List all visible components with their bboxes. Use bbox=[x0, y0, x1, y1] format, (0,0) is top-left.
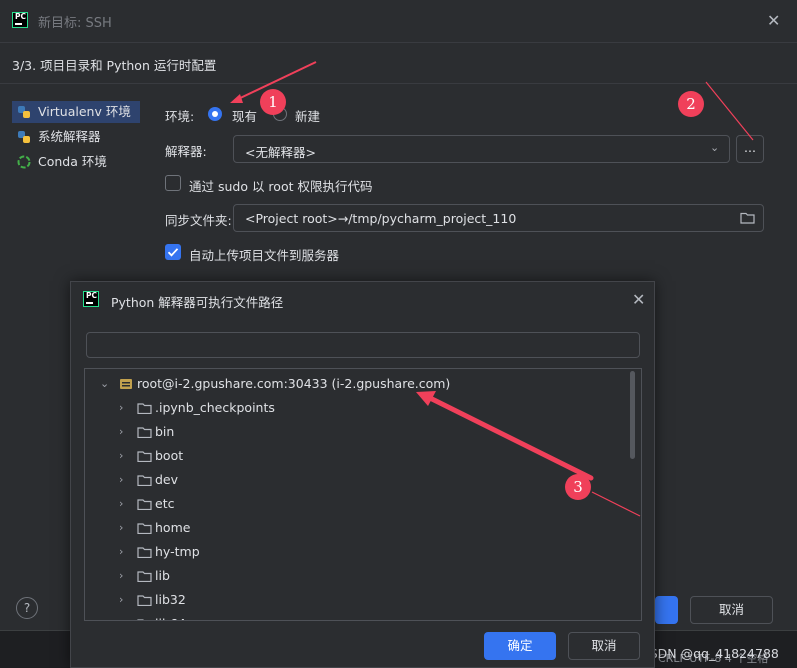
arrow-3-line bbox=[425, 394, 594, 481]
arrow-1-head bbox=[230, 94, 243, 103]
arrow-2-line bbox=[705, 81, 754, 141]
annotation-marker-2: 2 bbox=[678, 91, 704, 117]
arrow-3-tail bbox=[591, 491, 641, 517]
annotation-marker-3: 3 bbox=[565, 474, 591, 500]
annotation-marker-1: 1 bbox=[260, 89, 286, 115]
